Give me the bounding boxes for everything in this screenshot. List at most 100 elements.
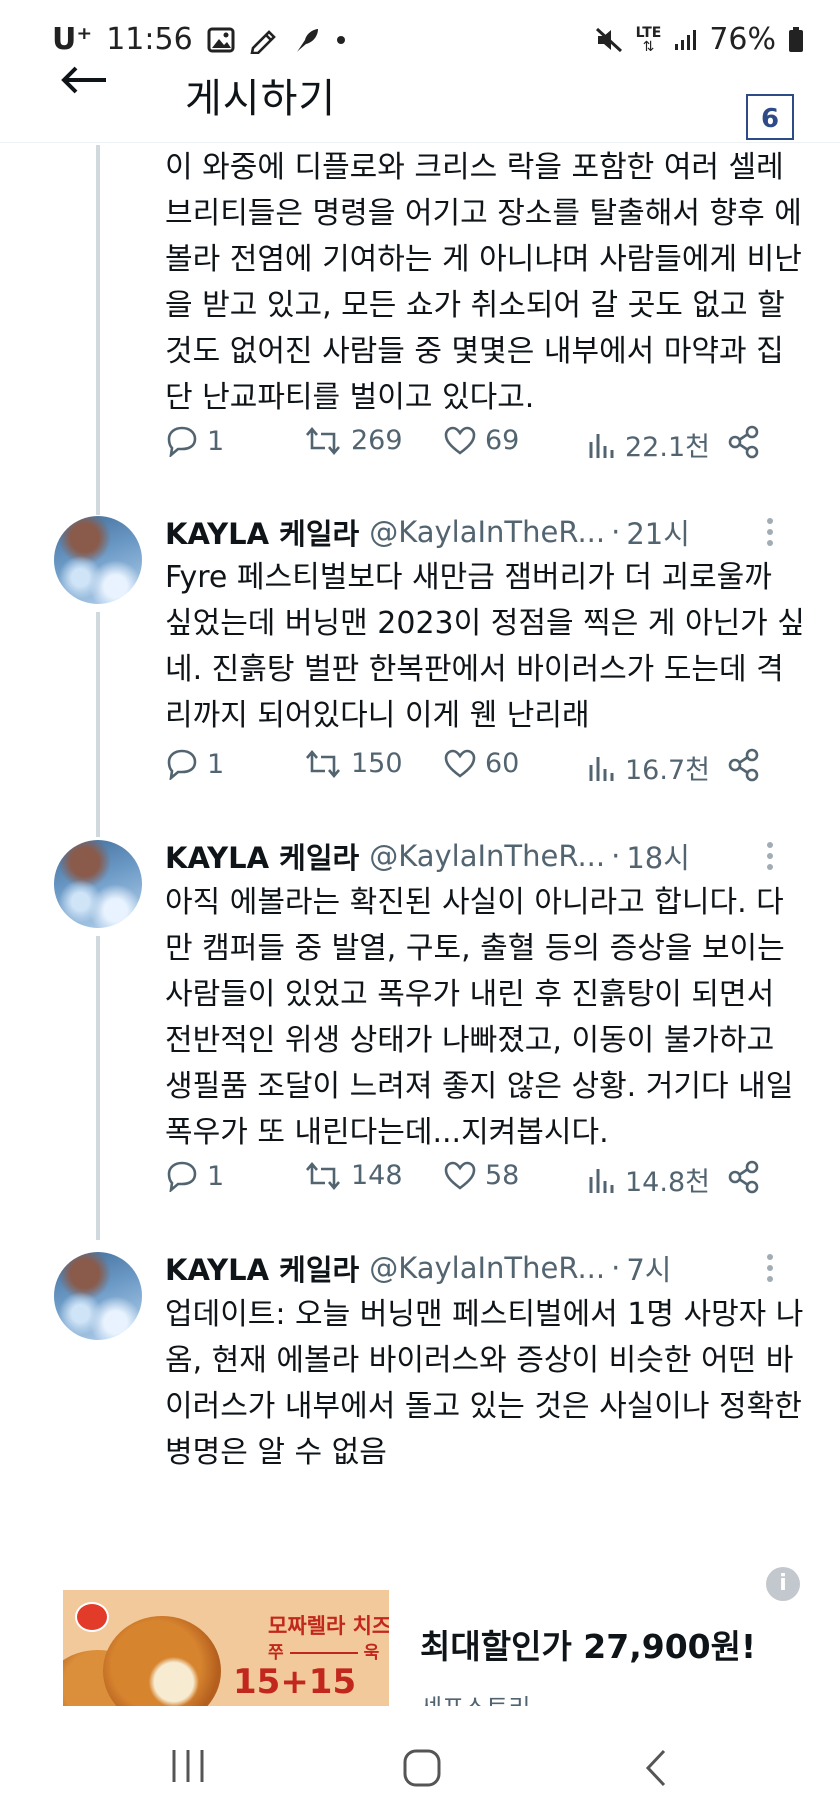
user-handle[interactable]: @KaylaInTheR... — [369, 1251, 605, 1285]
retweet-button[interactable]: 269 — [303, 425, 403, 456]
tweet-header: KAYLA 케일라 @KaylaInTheR... · 21시 — [165, 512, 690, 552]
reply-count: 1 — [207, 425, 225, 457]
mute-icon — [594, 26, 624, 54]
analytics-icon — [589, 433, 614, 458]
views-count: 22.1천 — [625, 432, 710, 463]
tweet-time[interactable]: 7시 — [626, 1247, 671, 1289]
like-button[interactable]: 58 — [443, 1160, 519, 1191]
ad-image-subtext-a: 쭈 — [268, 1643, 284, 1663]
ad-image-subtext-b: 욱 — [363, 1643, 380, 1663]
feather-icon — [293, 26, 321, 54]
ad-image-subtext: 쭈욱 — [268, 1638, 379, 1663]
tweet-text: 아직 에볼라는 확진된 사실이 아니라고 합니다. 다만 캠퍼들 중 발열, 구… — [165, 885, 794, 1150]
share-icon — [728, 1160, 759, 1194]
retweet-icon — [306, 749, 340, 778]
retweet-icon — [306, 1161, 340, 1190]
edit-icon — [249, 26, 279, 54]
reply-button[interactable]: 1 — [165, 748, 224, 780]
ad-brand-name[interactable]: 셰프스토리 — [420, 1688, 530, 1706]
recent-apps-icon[interactable] — [168, 1748, 208, 1788]
back-icon[interactable] — [642, 1748, 672, 1792]
tweet-time[interactable]: 18시 — [626, 835, 690, 877]
thread-line — [96, 612, 100, 837]
separator-dot: · — [611, 839, 621, 873]
tweet-actions: 1 269 69 22.1천 — [165, 425, 785, 469]
reply-icon — [167, 1161, 197, 1192]
like-button[interactable]: 69 — [443, 425, 519, 456]
share-button[interactable] — [727, 1160, 761, 1194]
battery-percent: 76% — [709, 22, 776, 57]
tweet-time[interactable]: 21시 — [626, 511, 690, 553]
page-number-badge: 6 — [746, 94, 794, 140]
user-handle[interactable]: @KaylaInTheR... — [369, 515, 605, 549]
user-handle[interactable]: @KaylaInTheR... — [369, 839, 605, 873]
views-button[interactable]: 22.1천 — [587, 425, 710, 464]
ad-image-text: 모짜렐라 치즈가 — [268, 1614, 389, 1638]
more-options-icon[interactable] — [760, 836, 780, 876]
battery-icon — [788, 26, 804, 53]
avatar[interactable] — [54, 840, 142, 928]
avatar[interactable] — [54, 516, 142, 604]
retweet-button[interactable]: 150 — [303, 748, 403, 779]
lte-icon: LTE ⇅ — [636, 26, 662, 54]
reply-button[interactable]: 1 — [165, 1160, 224, 1192]
analytics-icon — [589, 756, 614, 781]
display-name[interactable]: KAYLA 케일라 — [165, 835, 359, 877]
avatar[interactable] — [54, 1252, 142, 1340]
ad-brand-logo — [75, 1602, 109, 1632]
top-app-bar: 게시하기 — [0, 60, 840, 143]
retweet-count: 148 — [351, 1160, 403, 1191]
share-button[interactable] — [727, 425, 761, 459]
share-icon — [728, 425, 759, 459]
tweet-actions: 1 148 58 14.8천 — [165, 1160, 785, 1204]
more-options-icon[interactable] — [760, 1248, 780, 1288]
views-count: 14.8천 — [625, 1167, 710, 1198]
ad-image[interactable]: 모짜렐라 치즈가 쭈욱 15+15 — [63, 1590, 389, 1706]
tweet-text: 이 와중에 디플로와 크리스 락을 포함한 여러 셀레브리티들은 명령을 어기고… — [165, 150, 802, 415]
tweet-text: 업데이트: 오늘 버닝맨 페스티벌에서 1명 사망자 나옴, 현재 에볼라 바이… — [165, 1297, 804, 1470]
heart-icon — [444, 749, 476, 778]
analytics-icon — [589, 1168, 614, 1193]
reply-count: 1 — [207, 748, 225, 780]
reply-icon — [167, 749, 197, 780]
views-count: 16.7천 — [625, 755, 710, 786]
share-button[interactable] — [727, 748, 761, 782]
ad-info-icon[interactable]: i — [766, 1567, 800, 1601]
reply-button[interactable]: 1 — [165, 425, 224, 457]
home-icon[interactable] — [402, 1748, 442, 1792]
ad-food-image — [103, 1616, 221, 1706]
system-nav-bar — [0, 1712, 840, 1820]
like-button[interactable]: 60 — [443, 748, 519, 779]
page-title: 게시하기 — [185, 76, 337, 122]
views-button[interactable]: 16.7천 — [587, 748, 710, 787]
gallery-icon — [207, 27, 235, 53]
tweet-text: Fyre 페스티벌보다 새만금 잼버리가 더 괴로울까 싶었는데 버닝맨 202… — [165, 560, 805, 733]
like-count: 58 — [485, 1160, 520, 1191]
retweet-count: 269 — [351, 425, 403, 456]
reply-icon — [167, 426, 197, 457]
ad-image-offer: 15+15 — [233, 1662, 357, 1702]
thread-line — [96, 145, 100, 515]
tweet-actions: 1 150 60 16.7천 — [165, 748, 785, 792]
reply-count: 1 — [207, 1160, 225, 1192]
views-button[interactable]: 14.8천 — [587, 1160, 710, 1199]
thread-line — [96, 936, 100, 1240]
data-arrows-icon: ⇅ — [642, 38, 655, 55]
like-count: 69 — [485, 425, 520, 456]
display-name[interactable]: KAYLA 케일라 — [165, 511, 359, 553]
tweet-header: KAYLA 케일라 @KaylaInTheR... · 7시 — [165, 1248, 671, 1288]
retweet-button[interactable]: 148 — [303, 1160, 403, 1191]
share-icon — [728, 748, 759, 782]
display-name[interactable]: KAYLA 케일라 — [165, 1247, 359, 1289]
tweet-header: KAYLA 케일라 @KaylaInTheR... · 18시 — [165, 836, 690, 876]
network-label: LTE — [635, 24, 662, 41]
notification-dot-icon — [335, 34, 347, 46]
clock: 11:56 — [106, 22, 193, 57]
retweet-icon — [306, 426, 340, 455]
more-options-icon[interactable] — [760, 512, 780, 552]
heart-icon — [444, 1161, 476, 1190]
ad-headline[interactable]: 최대할인가 27,900원! — [420, 1620, 756, 1668]
back-arrow-icon[interactable] — [60, 66, 120, 106]
separator-dot: · — [611, 1251, 621, 1285]
signal-icon — [673, 28, 697, 52]
